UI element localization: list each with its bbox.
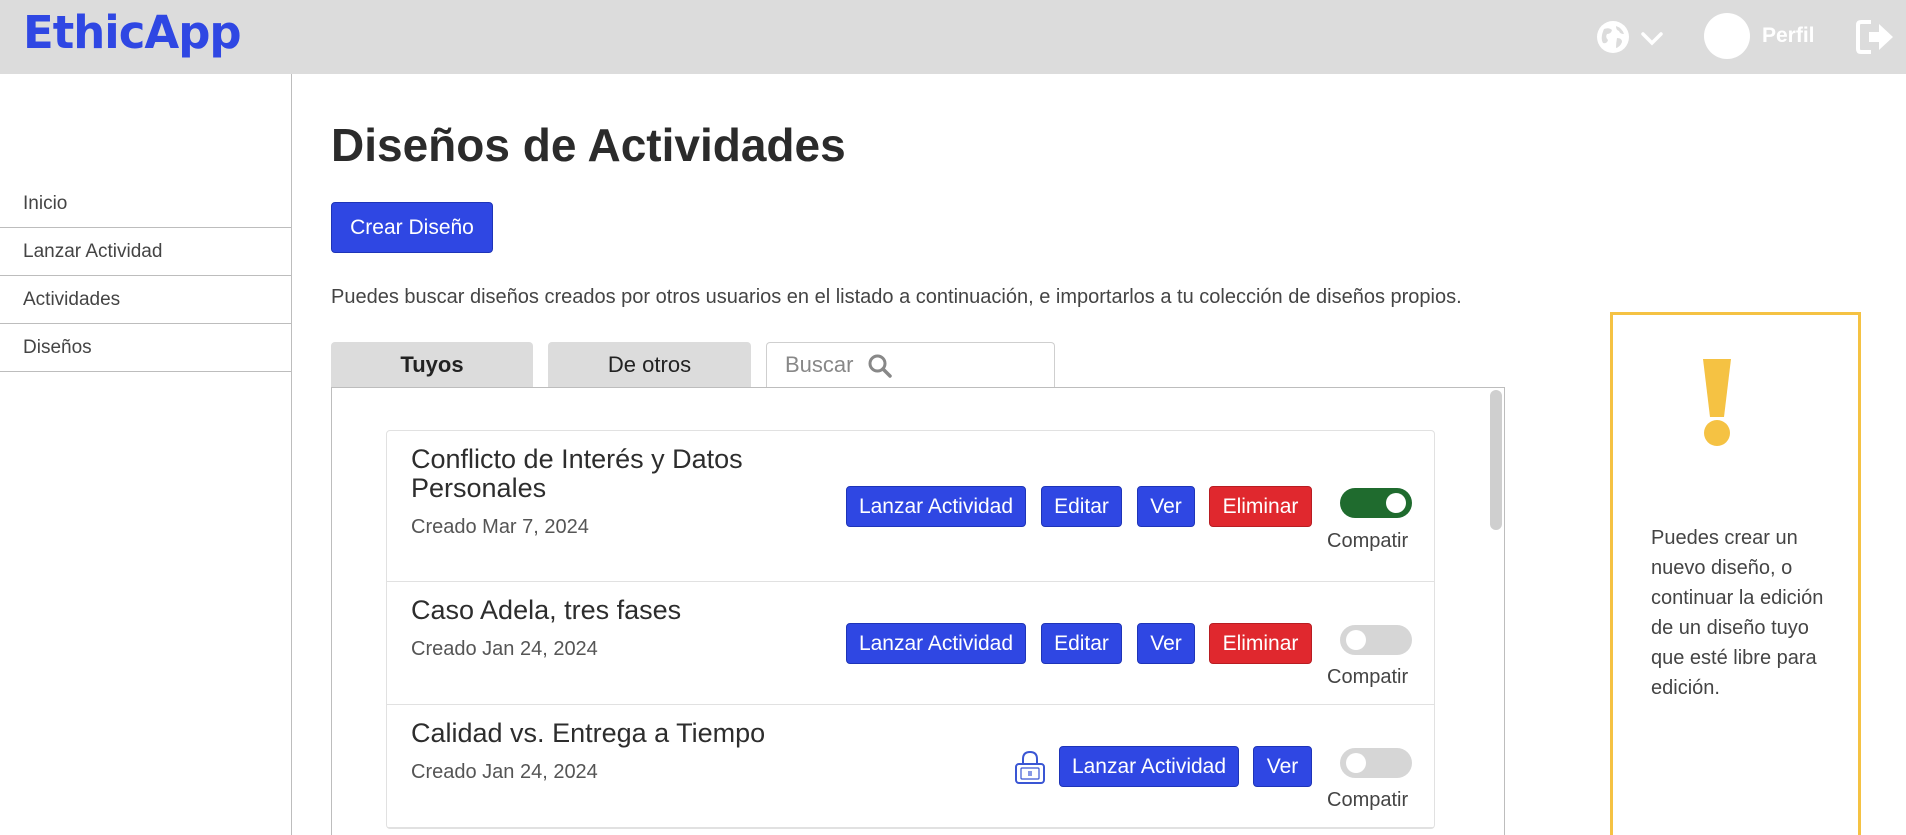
toggle-knob bbox=[1346, 753, 1366, 773]
sidebar: Inicio Lanzar Actividad Actividades Dise… bbox=[0, 74, 292, 835]
tab-tuyos[interactable]: Tuyos bbox=[331, 342, 533, 388]
brand-logo[interactable]: EthicApp bbox=[23, 6, 242, 59]
view-button[interactable]: Ver bbox=[1253, 746, 1312, 787]
info-text: Puedes crear un nuevo diseño, o continua… bbox=[1651, 527, 1824, 699]
avatar[interactable] bbox=[1704, 13, 1750, 59]
chevron-down-icon[interactable] bbox=[1640, 26, 1664, 50]
list-item: Caso Adela, tres fases Creado Jan 24, 20… bbox=[387, 582, 1434, 705]
launch-activity-button[interactable]: Lanzar Actividad bbox=[846, 486, 1026, 527]
share-label: Compatir bbox=[1327, 530, 1409, 552]
share-label: Compatir bbox=[1327, 666, 1409, 688]
edit-button[interactable]: Editar bbox=[1041, 486, 1122, 527]
create-design-button[interactable]: Crear Diseño bbox=[331, 202, 493, 253]
design-date: Creado Mar 7, 2024 bbox=[411, 516, 589, 538]
globe-icon[interactable] bbox=[1596, 20, 1630, 54]
design-title[interactable]: Conflicto de Interés y Datos Personales bbox=[411, 445, 771, 503]
search-input[interactable] bbox=[785, 351, 875, 379]
lock-icon bbox=[1015, 750, 1045, 784]
design-date: Creado Jan 24, 2024 bbox=[411, 761, 598, 783]
delete-button[interactable]: Eliminar bbox=[1209, 623, 1312, 664]
search-box bbox=[766, 342, 1055, 388]
sidebar-item-inicio[interactable]: Inicio bbox=[0, 180, 292, 228]
delete-button[interactable]: Eliminar bbox=[1209, 486, 1312, 527]
profile-label[interactable]: Perfil bbox=[1762, 24, 1815, 48]
edit-button[interactable]: Editar bbox=[1041, 623, 1122, 664]
sidebar-item-actividades[interactable]: Actividades bbox=[0, 276, 292, 324]
share-toggle[interactable] bbox=[1340, 625, 1412, 655]
scrollbar[interactable] bbox=[1490, 390, 1502, 530]
sidebar-item-disenos[interactable]: Diseños bbox=[0, 324, 292, 372]
sidebar-item-lanzar-actividad[interactable]: Lanzar Actividad bbox=[0, 228, 292, 276]
info-panel: Puedes crear un nuevo diseño, o continua… bbox=[1610, 312, 1861, 835]
page-title: Diseños de Actividades bbox=[331, 119, 846, 171]
toggle-knob bbox=[1346, 630, 1366, 650]
design-date: Creado Jan 24, 2024 bbox=[411, 638, 598, 660]
view-button[interactable]: Ver bbox=[1137, 623, 1195, 664]
design-title[interactable]: Caso Adela, tres fases bbox=[411, 596, 681, 625]
toggle-knob bbox=[1386, 493, 1406, 513]
share-label: Compatir bbox=[1327, 789, 1409, 811]
top-navbar: EthicApp Perfil bbox=[0, 0, 1906, 74]
share-toggle[interactable] bbox=[1340, 488, 1412, 518]
exclamation-icon bbox=[1703, 359, 1731, 446]
design-list: Conflicto de Interés y Datos Personales … bbox=[386, 430, 1435, 829]
sidebar-menu: Inicio Lanzar Actividad Actividades Dise… bbox=[0, 180, 292, 372]
design-title[interactable]: Calidad vs. Entrega a Tiempo bbox=[411, 719, 765, 748]
tab-de-otros[interactable]: De otros bbox=[548, 342, 751, 388]
list-item: Calidad vs. Entrega a Tiempo Creado Jan … bbox=[387, 705, 1434, 828]
search-icon[interactable] bbox=[867, 353, 893, 379]
launch-activity-button[interactable]: Lanzar Actividad bbox=[846, 623, 1026, 664]
list-item: Conflicto de Interés y Datos Personales … bbox=[387, 431, 1434, 582]
share-toggle[interactable] bbox=[1340, 748, 1412, 778]
intro-text: Puedes buscar diseños creados por otros … bbox=[331, 286, 1462, 308]
logout-icon[interactable] bbox=[1855, 18, 1895, 56]
view-button[interactable]: Ver bbox=[1137, 486, 1195, 527]
launch-activity-button[interactable]: Lanzar Actividad bbox=[1059, 746, 1239, 787]
